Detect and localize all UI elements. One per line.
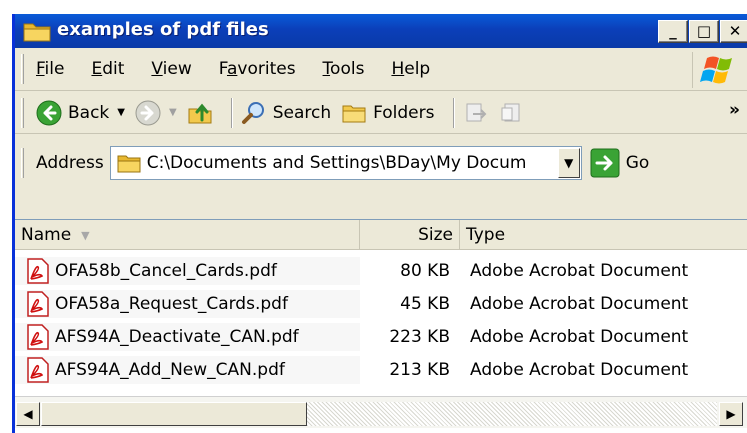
toolbar-overflow-button[interactable]: » bbox=[729, 100, 740, 120]
menu-view[interactable]: View bbox=[151, 59, 191, 79]
back-arrow-icon bbox=[36, 100, 62, 125]
search-icon bbox=[241, 101, 264, 124]
column-header-type[interactable]: Type bbox=[460, 220, 747, 250]
file-size: 223 KB bbox=[389, 327, 450, 347]
horizontal-scrollbar[interactable]: ◀ ▶ bbox=[15, 396, 747, 428]
move-to-icon bbox=[466, 103, 486, 121]
column-header-size-label: Size bbox=[418, 225, 453, 245]
back-dropdown-icon[interactable]: ▼ bbox=[117, 107, 125, 118]
file-size: 213 KB bbox=[389, 360, 450, 380]
column-header-type-label: Type bbox=[466, 225, 506, 245]
menu-edit[interactable]: Edit bbox=[91, 59, 124, 79]
menu-bar: File Edit View Favorites Tools Help bbox=[15, 48, 747, 91]
menu-view-label: View bbox=[151, 59, 192, 79]
pdf-file-icon bbox=[27, 357, 49, 383]
file-name: AFS94A_Deactivate_CAN.pdf bbox=[55, 327, 299, 347]
window-controls: _ □ ✕ bbox=[658, 20, 747, 44]
file-name-cell: OFA58a_Request_Cards.pdf bbox=[15, 290, 360, 318]
toolbar-separator bbox=[230, 97, 233, 128]
toolbar-grip[interactable] bbox=[21, 97, 24, 128]
column-header-size[interactable]: Size bbox=[360, 220, 460, 250]
column-header-row: Name ▼ Size Type bbox=[15, 220, 747, 250]
up-folder-button[interactable] bbox=[187, 100, 213, 126]
search-label: Search bbox=[272, 102, 332, 123]
scroll-track[interactable] bbox=[307, 402, 717, 426]
file-name: AFS94A_Add_New_CAN.pdf bbox=[55, 360, 285, 380]
move-to-button[interactable] bbox=[463, 100, 489, 126]
sort-descending-icon: ▼ bbox=[81, 228, 90, 242]
standard-toolbar: Back ▼ ▼ Search Folders » bbox=[15, 92, 747, 134]
scroll-left-button[interactable]: ◀ bbox=[16, 402, 40, 426]
up-folder-icon bbox=[188, 103, 212, 123]
menu-file-label: File bbox=[36, 59, 65, 79]
file-name-cell: AFS94A_Add_New_CAN.pdf bbox=[15, 356, 360, 384]
folder-icon bbox=[23, 20, 51, 47]
file-type: Adobe Acrobat Document bbox=[470, 294, 689, 314]
toolbar-separator bbox=[452, 97, 455, 128]
file-type: Adobe Acrobat Document bbox=[470, 360, 689, 380]
folders-icon bbox=[342, 105, 366, 122]
forward-button[interactable]: ▼ bbox=[135, 100, 177, 126]
close-button[interactable]: ✕ bbox=[720, 20, 747, 43]
scroll-right-button[interactable]: ▶ bbox=[719, 402, 743, 426]
go-label: Go bbox=[625, 153, 650, 173]
menu-help[interactable]: Help bbox=[391, 59, 430, 79]
window-title: examples of pdf files bbox=[57, 19, 269, 40]
address-grip[interactable] bbox=[21, 148, 24, 178]
menu-favorites-label: Favorites bbox=[218, 59, 296, 79]
forward-dropdown-icon[interactable]: ▼ bbox=[169, 107, 177, 118]
pdf-file-icon bbox=[27, 291, 49, 317]
file-row[interactable]: AFS94A_Deactivate_CAN.pdf 223 KB Adobe A… bbox=[15, 320, 747, 354]
explorer-window: examples of pdf files _ □ ✕ File Edit Vi… bbox=[12, 14, 747, 433]
minimize-button[interactable]: _ bbox=[658, 20, 688, 43]
file-name-cell: AFS94A_Deactivate_CAN.pdf bbox=[15, 323, 360, 351]
go-arrow-icon bbox=[590, 148, 620, 178]
folders-label: Folders bbox=[373, 102, 435, 123]
file-size: 80 KB bbox=[400, 261, 450, 281]
file-name-cell: OFA58b_Cancel_Cards.pdf bbox=[15, 257, 360, 285]
menu-help-label: Help bbox=[391, 59, 431, 79]
menu-tools-label: Tools bbox=[322, 59, 365, 79]
file-name: OFA58a_Request_Cards.pdf bbox=[55, 294, 288, 314]
menu-favorites[interactable]: Favorites bbox=[219, 59, 296, 79]
pdf-file-icon bbox=[27, 324, 49, 350]
file-list-view[interactable]: Name ▼ Size Type OFA58b_Cancel_Cards.pdf… bbox=[15, 219, 747, 433]
menu-grip[interactable] bbox=[21, 54, 24, 84]
file-type: Adobe Acrobat Document bbox=[470, 261, 689, 281]
menu-tools[interactable]: Tools bbox=[323, 59, 365, 79]
menu-edit-label: Edit bbox=[91, 59, 125, 79]
file-name: OFA58b_Cancel_Cards.pdf bbox=[55, 261, 277, 281]
maximize-button[interactable]: □ bbox=[689, 20, 719, 43]
address-bar: Address C:\Documents and Settings\BDay\M… bbox=[15, 135, 747, 191]
back-button[interactable]: Back ▼ bbox=[36, 100, 125, 126]
address-value: C:\Documents and Settings\BDay\My Docum bbox=[146, 153, 527, 173]
file-type: Adobe Acrobat Document bbox=[470, 327, 689, 347]
file-row[interactable]: AFS94A_Add_New_CAN.pdf 213 KB Adobe Acro… bbox=[15, 353, 747, 387]
copy-to-button[interactable] bbox=[499, 100, 525, 126]
menu-file[interactable]: File bbox=[36, 59, 64, 79]
go-button[interactable]: Go bbox=[590, 148, 650, 178]
back-label: Back bbox=[68, 102, 110, 123]
forward-arrow-icon bbox=[135, 100, 161, 125]
folder-icon bbox=[117, 155, 141, 173]
file-row[interactable]: OFA58a_Request_Cards.pdf 45 KB Adobe Acr… bbox=[15, 287, 747, 321]
address-label: Address bbox=[36, 153, 104, 173]
column-header-name[interactable]: Name ▼ bbox=[15, 220, 360, 250]
address-dropdown-button[interactable]: ▼ bbox=[557, 148, 580, 178]
windows-logo-icon bbox=[692, 52, 740, 88]
file-row[interactable]: OFA58b_Cancel_Cards.pdf 80 KB Adobe Acro… bbox=[15, 254, 747, 288]
column-header-name-label: Name bbox=[21, 225, 72, 245]
address-input[interactable]: C:\Documents and Settings\BDay\My Docum … bbox=[109, 146, 582, 180]
folders-button[interactable]: Folders bbox=[341, 100, 435, 126]
file-size: 45 KB bbox=[400, 294, 450, 314]
copy-to-icon bbox=[501, 103, 519, 121]
search-button[interactable]: Search bbox=[241, 100, 331, 126]
pdf-file-icon bbox=[27, 258, 49, 284]
scroll-thumb[interactable] bbox=[41, 402, 307, 426]
title-bar[interactable]: examples of pdf files _ □ ✕ bbox=[15, 14, 747, 48]
